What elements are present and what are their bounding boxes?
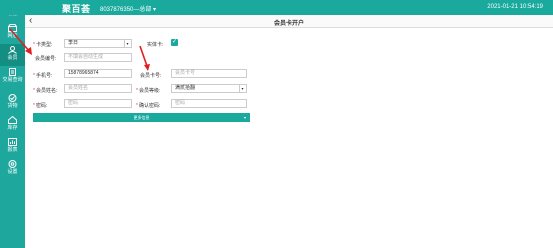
phone-input[interactable]: 15878965874	[64, 69, 132, 78]
name-input[interactable]: 会员姓名	[64, 84, 132, 93]
box-icon	[8, 94, 17, 102]
password-input[interactable]: 密码	[64, 99, 132, 108]
top-bar: 聚百荟 8037876350—总部 ▾ 2021-01-21 10:54:19	[0, 0, 553, 15]
sidebar-item-settings[interactable]: 设置	[0, 158, 25, 180]
check-icon: ✓	[171, 39, 178, 45]
sidebar-item-label: 交易查询	[2, 77, 23, 83]
sidebar-item-label: 货物	[7, 103, 18, 109]
chevron-down-icon: ▾	[239, 85, 245, 92]
sidebar-item-inventory[interactable]: 库存	[0, 114, 25, 136]
sidebar-item-label: 库存	[7, 125, 18, 131]
account-selector[interactable]: 8037876350—总部 ▾	[100, 4, 156, 13]
phone-label: *手机号:	[33, 73, 53, 79]
sidebar-item-label: 报表	[7, 147, 18, 153]
home-icon	[8, 116, 17, 124]
more-info-button[interactable]: 更多信息 ▾	[33, 113, 250, 122]
password-label: *密码:	[33, 103, 48, 109]
sidebar-item-goods[interactable]: 货物	[0, 92, 25, 114]
app-logo: 聚百荟	[62, 4, 91, 14]
gear-icon	[8, 160, 17, 168]
card-no-input[interactable]: 会员卡号	[171, 69, 247, 78]
page-title: 会员卡开户	[273, 21, 304, 27]
name-label: *会员姓名:	[33, 88, 58, 94]
document-icon	[9, 68, 16, 76]
card-type-select[interactable]: 李日 ▾	[64, 39, 132, 48]
physical-card-checkbox[interactable]: ✓	[171, 39, 178, 46]
page-header: ‹ 会员卡开户	[25, 15, 553, 28]
member-no-label: 会员编号:	[35, 56, 57, 62]
confirm-password-label: *确认密码:	[136, 103, 161, 109]
member-no-input[interactable]: 不填会自动生成	[64, 53, 132, 62]
sidebar-item-label: 设置	[7, 169, 18, 175]
chart-icon	[8, 138, 17, 146]
confirm-password-input[interactable]: 密码	[171, 99, 247, 108]
annotation-arrow-icon	[139, 45, 150, 71]
chevron-down-icon: ▾	[124, 40, 130, 47]
level-select[interactable]: 满贰拾翻 ▾	[171, 84, 247, 93]
sidebar-item-transactions[interactable]: 交易查询	[0, 66, 25, 88]
level-label: *会员等级:	[136, 88, 161, 94]
sidebar-item-reports[interactable]: 报表	[0, 136, 25, 158]
annotation-arrow-icon	[9, 28, 32, 55]
chevron-down-icon: ▾	[243, 115, 246, 120]
datetime-display: 2021-01-21 10:54:19	[487, 4, 543, 10]
